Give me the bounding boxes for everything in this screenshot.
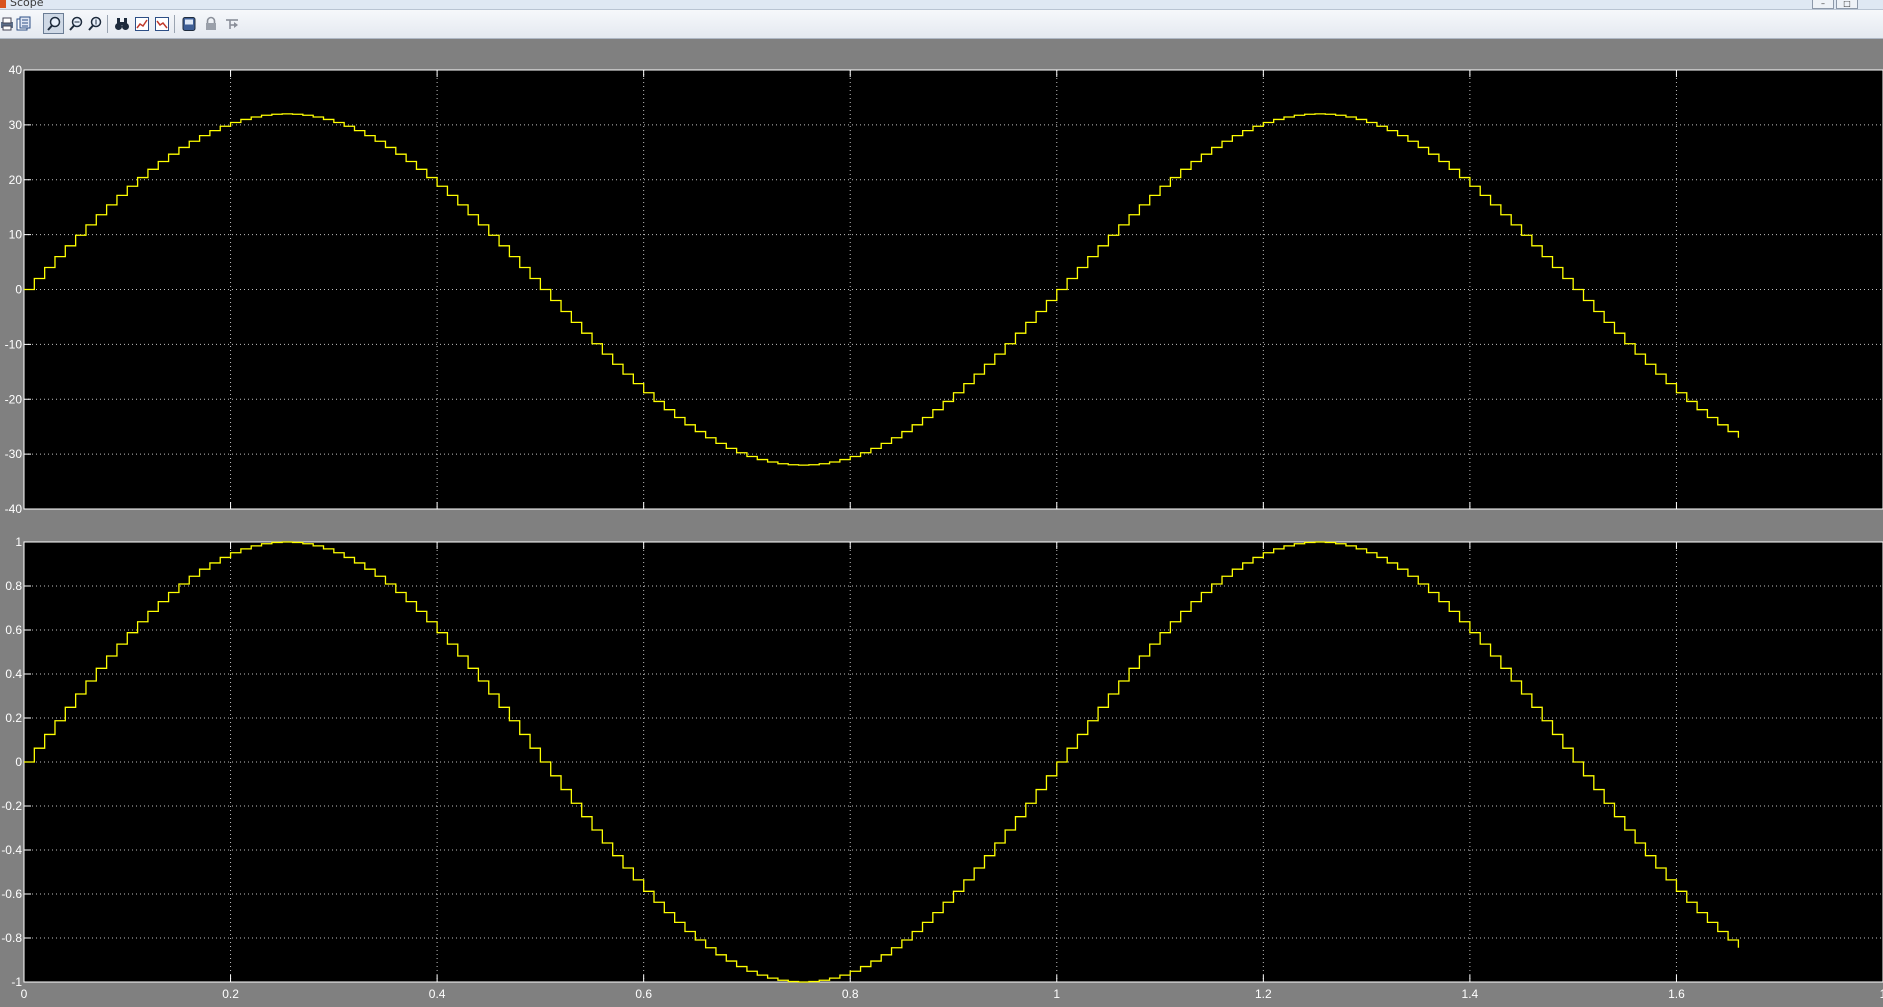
- y-tick-label: -10: [5, 337, 23, 351]
- y-tick-label: -0.8: [1, 931, 22, 945]
- x-tick-label: 0.2: [222, 987, 239, 1001]
- y-tick-label: 10: [9, 228, 23, 242]
- y-tick-label: -1: [11, 975, 22, 989]
- x-tick-label: 0.8: [842, 987, 859, 1001]
- scope-plots: -40-30-20-100102030400 0.2 0.4 0.6 0.8 1 1.2 1.…: [1, 63, 1883, 1001]
- x-tick-label: 1.4: [1462, 987, 1479, 1001]
- y-tick-label: -0.2: [1, 799, 22, 813]
- y-tick-label: -0.4: [1, 843, 22, 857]
- x-tick-label: 0.4: [429, 987, 446, 1001]
- x-tick-label: 0: [21, 987, 28, 1001]
- y-tick-label: 0.4: [5, 667, 22, 681]
- y-tick-label: 0.2: [5, 711, 22, 725]
- y-tick-label: 20: [9, 173, 23, 187]
- y-tick-label: 1: [15, 535, 22, 549]
- y-tick-label: 0: [15, 755, 22, 769]
- x-tick-label: 1.2: [1255, 987, 1272, 1001]
- x-tick-label: 0.6: [635, 987, 652, 1001]
- y-tick-label: -40: [5, 502, 23, 516]
- x-tick-label: 1: [1880, 987, 1883, 1001]
- y-tick-label: 40: [9, 63, 23, 77]
- y-tick-label: -30: [5, 447, 23, 461]
- y-tick-label: -20: [5, 392, 23, 406]
- y-tick-label: 0: [15, 283, 22, 297]
- y-tick-label: -0.6: [1, 887, 22, 901]
- y-tick-label: 30: [9, 118, 23, 132]
- x-tick-label: 1: [1053, 987, 1060, 1001]
- y-tick-label: 0.8: [5, 579, 22, 593]
- x-tick-label: 1.6: [1668, 987, 1685, 1001]
- y-tick-label: 0.6: [5, 623, 22, 637]
